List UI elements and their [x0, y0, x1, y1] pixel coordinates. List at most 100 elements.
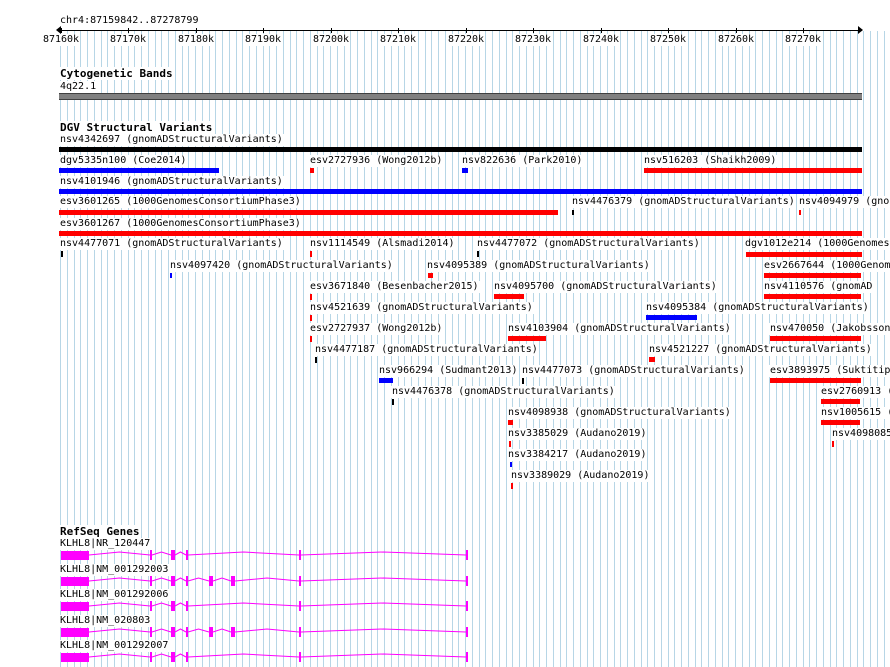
- gene-intron: [151, 577, 172, 582]
- dgv-feature-bar[interactable]: [494, 294, 524, 299]
- dgv-feature-bar[interactable]: [508, 420, 513, 425]
- dgv-feature-label: nsv3385029 (Audano2019): [507, 428, 648, 440]
- dgv-feature-bar[interactable]: [315, 357, 317, 363]
- gene-exon: [171, 652, 175, 662]
- dgv-feature-bar[interactable]: [821, 399, 860, 404]
- ruler-tick-label: 87190k: [243, 34, 283, 46]
- dgv-feature-bar[interactable]: [59, 168, 219, 173]
- dgv-feature-label: nsv470050 (Jakobsson: [769, 323, 890, 335]
- dgv-feature-bar[interactable]: [310, 168, 314, 173]
- dgv-feature-bar[interactable]: [170, 273, 172, 278]
- dgv-feature-label: nsv4110576 (gnomAD: [763, 281, 874, 293]
- gene-exon: [209, 576, 213, 586]
- dgv-feature-bar[interactable]: [477, 251, 479, 257]
- gene-exon: [171, 601, 175, 611]
- ruler-tick-label: 87250k: [648, 34, 688, 46]
- ruler-tick-label: 87220k: [446, 34, 486, 46]
- ruler-tick: [61, 28, 62, 33]
- dgv-feature-label: esv2727936 (Wong2012b): [309, 155, 444, 167]
- ruler-tick-label: 87260k: [716, 34, 756, 46]
- coordinate-label: chr4:87159842..87278799: [59, 15, 200, 27]
- gene-model[interactable]: [0, 651, 890, 665]
- gene-exon: [466, 576, 468, 586]
- gene-intron: [300, 577, 467, 582]
- dgv-feature-bar[interactable]: [310, 294, 312, 300]
- dgv-feature-bar[interactable]: [770, 336, 861, 341]
- dgv-feature-label: nsv4098938 (gnomADStructuralVariants): [507, 407, 732, 419]
- gene-model[interactable]: [0, 575, 890, 589]
- dgv-feature-bar[interactable]: [746, 252, 862, 257]
- ruler-tick-label: 87210k: [378, 34, 418, 46]
- dgv-feature-bar[interactable]: [510, 462, 512, 467]
- dgv-feature-bar[interactable]: [764, 294, 861, 299]
- dgv-feature-bar[interactable]: [522, 378, 524, 384]
- dgv-feature-label: nsv4098085: [831, 428, 890, 440]
- dgv-feature-bar[interactable]: [392, 399, 394, 405]
- gene-intron: [174, 628, 187, 633]
- gene-exon: [150, 652, 152, 662]
- gene-exon: [466, 627, 468, 637]
- dgv-feature-bar[interactable]: [821, 420, 860, 425]
- dgv-feature-bar[interactable]: [649, 357, 655, 362]
- scroll-right-arrow-icon[interactable]: [858, 26, 863, 34]
- gene-intron: [187, 577, 210, 582]
- dgv-feature-bar[interactable]: [428, 273, 433, 278]
- dgv-feature-label: nsv4101946 (gnomADStructuralVariants): [59, 176, 284, 188]
- dgv-feature-label: nsv4095700 (gnomADStructuralVariants): [493, 281, 718, 293]
- dgv-feature-bar[interactable]: [310, 315, 312, 321]
- dgv-feature-bar[interactable]: [59, 189, 862, 194]
- gene-model[interactable]: [0, 626, 890, 640]
- dgv-feature-bar[interactable]: [59, 147, 862, 152]
- dgv-feature-bar[interactable]: [61, 251, 63, 257]
- gene-intron: [300, 653, 467, 658]
- dgv-feature-label: nsv4477071 (gnomADStructuralVariants): [59, 238, 284, 250]
- gene-exon: [231, 576, 235, 586]
- gene-exon: [150, 627, 152, 637]
- gene-intron: [234, 628, 300, 633]
- ruler-tick: [196, 28, 197, 33]
- gene-intron: [187, 551, 300, 556]
- dgv-feature-bar[interactable]: [59, 210, 558, 215]
- gene-intron: [174, 602, 187, 607]
- gene-intron: [174, 577, 187, 582]
- gene-model[interactable]: [0, 549, 890, 563]
- ruler-tick: [736, 28, 737, 33]
- gene-exon: [171, 576, 175, 586]
- dgv-feature-bar[interactable]: [59, 231, 862, 236]
- dgv-feature-bar[interactable]: [764, 273, 861, 278]
- cytoband-track-title: Cytogenetic Bands: [59, 67, 174, 80]
- dgv-feature-bar[interactable]: [799, 210, 801, 215]
- dgv-feature-bar[interactable]: [379, 378, 393, 383]
- dgv-feature-label: nsv4097420 (gnomADStructuralVariants): [169, 260, 394, 272]
- dgv-feature-bar[interactable]: [508, 336, 546, 341]
- ruler-tick-label: 87240k: [581, 34, 621, 46]
- dgv-feature-bar[interactable]: [462, 168, 468, 173]
- gene-exon: [171, 550, 175, 560]
- dgv-feature-bar[interactable]: [646, 315, 697, 320]
- ruler-tick-label: 87230k: [513, 34, 553, 46]
- dgv-feature-bar[interactable]: [310, 251, 312, 257]
- gene-model[interactable]: [0, 600, 890, 614]
- dgv-feature-label: nsv4477073 (gnomADStructuralVariants): [521, 365, 746, 377]
- ruler-tick: [533, 28, 534, 33]
- gene-exon: [61, 551, 89, 560]
- dgv-feature-label: nsv4342697 (gnomADStructuralVariants): [59, 134, 284, 146]
- dgv-feature-bar[interactable]: [644, 168, 862, 173]
- dgv-feature-bar[interactable]: [770, 378, 861, 383]
- dgv-feature-bar[interactable]: [511, 483, 513, 489]
- gene-intron: [212, 628, 232, 633]
- ruler-tick: [601, 28, 602, 33]
- ruler-tick-label: 87270k: [783, 34, 823, 46]
- dgv-feature-bar[interactable]: [310, 336, 312, 342]
- cytoband-bar[interactable]: [59, 93, 862, 100]
- gene-intron: [187, 628, 210, 633]
- dgv-feature-label: esv2760913 (: [820, 386, 890, 398]
- dgv-feature-bar[interactable]: [509, 441, 511, 447]
- ruler-axis: [59, 30, 862, 31]
- dgv-feature-label: nsv4476379 (gnomADStructuralVariants): [571, 196, 796, 208]
- gene-exon: [150, 601, 152, 611]
- dgv-feature-label: esv3893975 (Suktitip: [769, 365, 890, 377]
- dgv-feature-bar[interactable]: [572, 210, 574, 215]
- dgv-feature-bar[interactable]: [832, 441, 834, 447]
- gene-intron: [88, 653, 151, 658]
